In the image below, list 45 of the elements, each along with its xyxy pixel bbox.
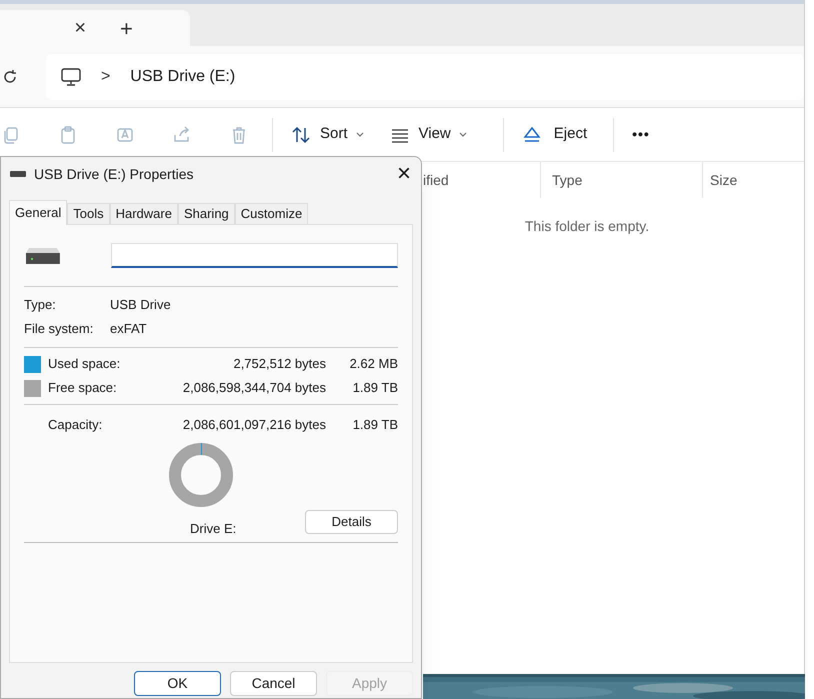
primary-button[interactable]: OK <box>134 671 221 696</box>
monitor-icon <box>60 68 81 86</box>
dialog-tab[interactable]: Customize <box>234 203 308 224</box>
capacity-bytes: 2,086,601,097,216 bytes <box>182 416 326 434</box>
breadcrumb-separator: > <box>100 66 110 86</box>
sort-menu[interactable]: Sort <box>285 118 370 152</box>
property-value: USB Drive <box>110 296 171 314</box>
space-bytes: 2,086,598,344,704 bytes <box>182 379 326 398</box>
drive-label: Drive E: <box>190 520 236 538</box>
property-value: exFAT <box>110 320 147 338</box>
dialog-tab[interactable]: Hardware <box>110 203 178 224</box>
drive-icon <box>10 171 26 177</box>
window-title: USB Drive (E:) Properties <box>34 164 194 184</box>
space-size: 2.62 MB <box>348 355 398 374</box>
details-button[interactable]: Details <box>305 510 398 534</box>
dialog-tab[interactable]: General <box>9 200 68 225</box>
view-menu[interactable]: View <box>384 118 473 152</box>
sort-icon <box>291 124 311 144</box>
drive-icon <box>26 248 60 264</box>
dialog-tab[interactable]: Sharing <box>178 203 235 224</box>
dialog-tab[interactable]: Tools <box>67 203 110 224</box>
property-label: File system: <box>24 320 94 338</box>
caret-icon <box>356 132 364 137</box>
capacity-label: Capacity: <box>48 416 104 434</box>
column-header[interactable]: ified <box>423 162 540 198</box>
close-button[interactable]: × <box>396 162 411 186</box>
space-size: 1.89 TB <box>352 379 398 398</box>
capacity-size: 1.89 TB <box>352 416 398 434</box>
breadcrumb-item[interactable]: USB Drive (E:) <box>130 64 236 88</box>
usage-ring <box>169 443 233 507</box>
eject-button[interactable]: Eject <box>516 118 594 152</box>
space-label: Free space: <box>48 379 118 398</box>
drive-name-field[interactable] <box>110 243 398 268</box>
new-tab-button[interactable]: + <box>120 18 133 40</box>
property-label: Type: <box>24 296 57 314</box>
space-label: Used space: <box>48 355 122 374</box>
caret-icon <box>458 132 467 137</box>
empty-folder-message: This folder is empty. <box>524 217 650 236</box>
space-bytes: 2,752,512 bytes <box>232 355 326 374</box>
close-tab-button[interactable]: × <box>74 13 86 43</box>
dialog-button[interactable]: Cancel <box>230 671 317 696</box>
refresh-icon[interactable] <box>2 68 18 84</box>
more-button[interactable]: ••• <box>626 118 656 152</box>
address-bar[interactable]: > USB Drive (E:) <box>46 54 804 100</box>
eject-icon <box>522 124 542 144</box>
